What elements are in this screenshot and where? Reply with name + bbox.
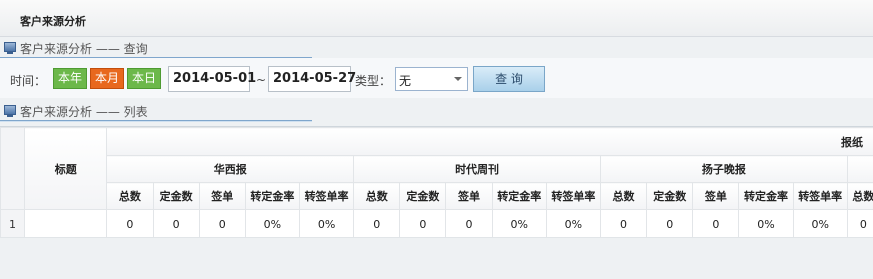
row-number: 1	[0, 209, 26, 237]
end-date-input[interactable]: 2014-05-27	[268, 66, 356, 92]
group-header-huaxi: 华西报	[106, 155, 355, 183]
table-cell: 0	[198, 209, 246, 237]
row-number-header	[0, 127, 26, 210]
query-section-title: 客户来源分析 —— 查询	[20, 42, 148, 56]
table-cell: 0	[152, 209, 200, 237]
type-label: 类型：	[355, 74, 392, 88]
table-row[interactable]: 1 0 0 0 0% 0% 0 0 0 0% 0% 0 0 0 0% 0% 0	[0, 209, 873, 237]
list-section-header: 客户来源分析 —— 列表	[0, 101, 873, 122]
table-cell: 0	[692, 209, 740, 237]
this-month-button[interactable]: 本月	[90, 68, 125, 89]
column-header-deposits[interactable]: 定金数	[646, 182, 694, 210]
group-header-time-weekly: 时代周刊	[353, 155, 601, 183]
query-section-header: 客户来源分析 —— 查询	[0, 38, 873, 59]
column-header-deposit-rate[interactable]: 转定金率	[491, 182, 547, 210]
search-button[interactable]: 查 询	[473, 66, 545, 92]
table-cell: 0%	[738, 209, 794, 237]
page-title: 客户来源分析	[20, 15, 86, 28]
column-header-deposits[interactable]: 定金数	[152, 182, 200, 210]
monitor-icon	[4, 105, 16, 117]
table-cell: 0	[445, 209, 493, 237]
column-header-total[interactable]: 总数	[106, 182, 154, 210]
query-form: 时间： 本年 本月 本日 2014-05-01 ~ 2014-05-27 类型：…	[0, 58, 873, 98]
group-header-next	[846, 155, 873, 183]
column-header-signed[interactable]: 签单	[692, 182, 740, 210]
results-table: 标题 报纸 华西报 时代周刊 扬子晚报 总数 定金数 签单 转定金率 转签单率 …	[0, 127, 873, 237]
table-cell: 0%	[792, 209, 848, 237]
time-label: 时间：	[10, 74, 47, 88]
this-year-button[interactable]: 本年	[53, 68, 88, 89]
column-header-signed-rate[interactable]: 转签单率	[298, 182, 355, 210]
column-header-deposits[interactable]: 定金数	[399, 182, 447, 210]
table-cell: 0%	[298, 209, 355, 237]
list-section-title: 客户来源分析 —— 列表	[20, 105, 148, 119]
column-header-total[interactable]: 总数	[846, 182, 873, 210]
table-cell: 0%	[545, 209, 601, 237]
column-header-signed[interactable]: 签单	[198, 182, 246, 210]
table-cell: 0	[106, 209, 154, 237]
column-header-total[interactable]: 总数	[353, 182, 401, 210]
table-cell: 0	[599, 209, 648, 237]
table-cell: 0%	[244, 209, 300, 237]
type-select-value: 无	[399, 74, 412, 88]
table-cell: 0%	[491, 209, 547, 237]
title-cell	[24, 209, 108, 237]
column-header-deposit-rate[interactable]: 转定金率	[738, 182, 794, 210]
column-header-signed-rate[interactable]: 转签单率	[792, 182, 848, 210]
chevron-down-icon	[454, 77, 462, 81]
start-date-input[interactable]: 2014-05-01	[168, 66, 256, 92]
date-separator: ~	[256, 73, 267, 87]
monitor-icon	[4, 42, 16, 54]
this-day-button[interactable]: 本日	[127, 68, 162, 89]
group-header-yangtse-evening: 扬子晚报	[599, 155, 848, 183]
table-cell: 0	[353, 209, 401, 237]
column-header-signed[interactable]: 签单	[445, 182, 493, 210]
group-header-newspaper: 报纸	[106, 127, 873, 156]
section-divider-shadow	[0, 121, 312, 122]
column-header-signed-rate[interactable]: 转签单率	[545, 182, 601, 210]
table-cell: 0	[399, 209, 447, 237]
table-cell: 0	[846, 209, 873, 237]
title-column-header[interactable]: 标题	[24, 127, 108, 210]
data-grid: 标题 报纸 华西报 时代周刊 扬子晚报 总数 定金数 签单 转定金率 转签单率 …	[0, 126, 873, 238]
column-header-deposit-rate[interactable]: 转定金率	[244, 182, 300, 210]
page-header: 客户来源分析	[0, 0, 873, 37]
type-select[interactable]: 无	[395, 67, 468, 91]
column-header-total[interactable]: 总数	[599, 182, 648, 210]
table-cell: 0	[646, 209, 694, 237]
